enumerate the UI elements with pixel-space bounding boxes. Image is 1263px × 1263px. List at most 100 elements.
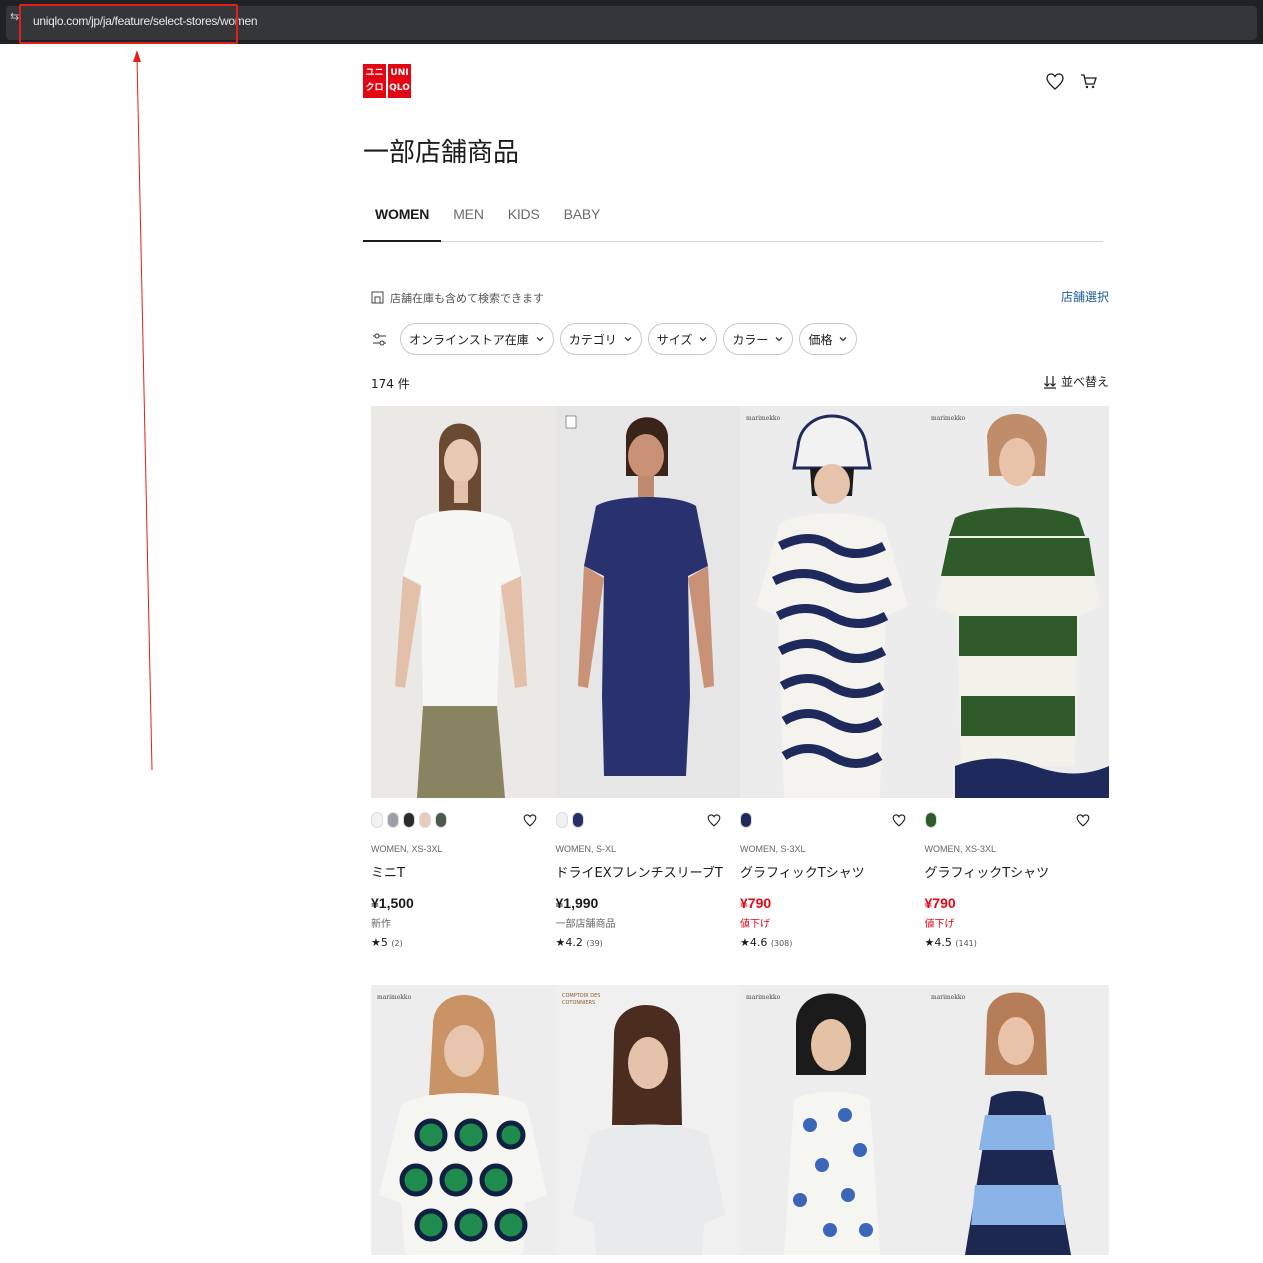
store-search-text: 店舗在庫も含めて検索できます	[390, 292, 544, 305]
color-swatch[interactable]	[387, 812, 399, 828]
url-highlight-box	[19, 4, 238, 44]
cart-icon[interactable]	[1077, 70, 1099, 92]
product-image[interactable]	[371, 406, 556, 798]
chevron-down-icon	[699, 337, 707, 342]
color-swatch[interactable]	[419, 812, 431, 828]
product-name[interactable]: ミニT	[371, 862, 556, 881]
product-name[interactable]: ドライEXフレンチスリーブT	[556, 862, 741, 881]
store-select-link[interactable]: 店舗選択	[1061, 288, 1109, 305]
product-rating: ★4.5 (141)	[925, 936, 1110, 949]
product-card[interactable]: marimekko	[740, 985, 925, 1255]
product-meta: WOMEN, XS-3XL	[371, 844, 443, 854]
product-image[interactable]: COMPTOIR DES COTONNIERS	[555, 985, 740, 1255]
star-icon: ★	[924, 936, 935, 949]
chevron-down-icon	[775, 337, 783, 342]
product-image[interactable]: marimekko	[924, 406, 1109, 798]
product-name[interactable]: グラフィックTシャツ	[925, 862, 1110, 881]
tab-women[interactable]: WOMEN	[363, 196, 442, 242]
product-photo-striped-tee: marimekko	[924, 406, 1109, 798]
filter-category[interactable]: カテゴリ	[559, 323, 642, 355]
rating-value: 4.6	[749, 936, 768, 949]
filter-label: オンラインストア在庫	[409, 332, 529, 347]
brand-mark-comptoir: COMPTOIR DES	[562, 993, 600, 999]
filter-price[interactable]: 価格	[799, 323, 858, 355]
product-card[interactable]: WOMEN, S-XL ドライEXフレンチスリーブT ¥1,990 一部店舗商品…	[555, 406, 741, 949]
favorite-heart-icon[interactable]	[522, 812, 538, 828]
product-card[interactable]: marimekko WOMEN, S-3XL グラフィックTシャツ ¥790 値…	[740, 406, 925, 949]
filter-bar: オンラインストア在庫 カテゴリ サイズ カラー 価格	[371, 323, 858, 355]
filter-color[interactable]: カラー	[723, 323, 794, 355]
product-price: ¥1,990	[555, 895, 599, 911]
sort-button[interactable]: 並べ替え	[1043, 373, 1109, 390]
review-count: (141)	[955, 939, 977, 948]
star-icon: ★	[740, 936, 750, 949]
store-icon	[371, 291, 384, 304]
filter-settings-icon[interactable]	[371, 331, 388, 348]
favorites-heart-icon[interactable]	[1044, 70, 1066, 92]
filter-label: カラー	[732, 332, 769, 347]
product-photo-navy-dress	[555, 406, 740, 798]
tab-men[interactable]: MEN	[441, 196, 496, 242]
product-image[interactable]: marimekko	[740, 985, 925, 1255]
page-title: 一部店舗商品	[363, 138, 520, 168]
logo-katakana: ユニ クロ	[363, 64, 386, 98]
filter-label: サイズ	[656, 332, 693, 347]
color-swatch[interactable]	[555, 812, 568, 828]
annotation-arrow	[133, 50, 153, 771]
favorite-heart-icon[interactable]	[891, 812, 907, 828]
product-price: ¥1,500	[371, 895, 414, 911]
product-photo-striped-tank: marimekko	[924, 985, 1109, 1255]
rating-value: 5	[380, 936, 388, 949]
tab-kids[interactable]: KIDS	[496, 196, 552, 242]
store-search-row: 店舗在庫も含めて検索できます 店舗選択	[371, 288, 1109, 306]
brand-mark-marimekko: marimekko	[931, 415, 966, 422]
color-swatch[interactable]	[435, 812, 447, 828]
product-photo-gray-tee: COMPTOIR DES COTONNIERS	[555, 985, 740, 1255]
color-swatch[interactable]	[571, 812, 584, 828]
product-name[interactable]: グラフィックTシャツ	[740, 862, 925, 881]
product-meta: WOMEN, S-XL	[555, 844, 617, 854]
product-image[interactable]	[555, 406, 740, 798]
rating-value: 4.2	[565, 936, 583, 949]
chevron-down-icon	[624, 337, 632, 342]
tab-baby[interactable]: BABY	[552, 196, 613, 242]
color-swatch[interactable]	[403, 812, 415, 828]
product-meta: WOMEN, S-3XL	[740, 844, 806, 854]
favorite-heart-icon[interactable]	[1075, 812, 1091, 828]
favorite-heart-icon[interactable]	[706, 812, 722, 828]
review-count: (308)	[770, 939, 793, 948]
product-image[interactable]: marimekko	[740, 406, 925, 798]
product-card[interactable]: marimekko	[371, 985, 556, 1255]
product-photo-wave-tee: marimekko	[740, 406, 924, 798]
product-image[interactable]: marimekko	[924, 985, 1109, 1255]
product-rating: ★4.6 (308)	[740, 936, 925, 949]
uniqlo-logo[interactable]: ユニ クロ UNI QLO	[363, 64, 412, 98]
color-swatch[interactable]	[924, 812, 937, 828]
product-card[interactable]: WOMEN, XS-3XL ミニT ¥1,500 新作 ★5 (2)	[371, 406, 556, 949]
filter-online-stock[interactable]: オンラインストア在庫	[400, 323, 554, 355]
product-rating: ★4.2 (39)	[556, 936, 741, 949]
logo-latin: UNI QLO	[388, 64, 411, 98]
product-photo-floral-top: marimekko	[740, 985, 924, 1255]
product-rating: ★5 (2)	[371, 936, 556, 949]
sort-label: 並べ替え	[1060, 375, 1109, 389]
product-flag: 一部店舗商品	[555, 919, 616, 930]
product-card[interactable]: marimekko WOMEN, XS-3XL グラフィックTシャツ ¥790 …	[924, 406, 1110, 949]
brand-mark-marimekko: marimekko	[931, 994, 966, 1001]
star-icon: ★	[371, 936, 381, 949]
product-flag: 値下げ	[924, 919, 955, 930]
brand-mark-marimekko: marimekko	[377, 994, 412, 1001]
product-flag: 新作	[371, 919, 391, 930]
color-swatch[interactable]	[371, 812, 383, 828]
filter-size[interactable]: サイズ	[647, 323, 718, 355]
product-photo-circle-pattern-tee: marimekko	[371, 985, 555, 1255]
product-image[interactable]: marimekko	[371, 985, 556, 1255]
chevron-down-icon	[536, 337, 544, 342]
color-swatch[interactable]	[740, 812, 752, 828]
chevron-down-icon	[839, 337, 847, 342]
brand-mark-marimekko: marimekko	[746, 994, 781, 1001]
sort-icon	[1043, 375, 1056, 389]
filter-label: カテゴリ	[568, 332, 617, 347]
product-card[interactable]: marimekko	[924, 985, 1109, 1255]
product-card[interactable]: COMPTOIR DES COTONNIERS	[555, 985, 740, 1255]
